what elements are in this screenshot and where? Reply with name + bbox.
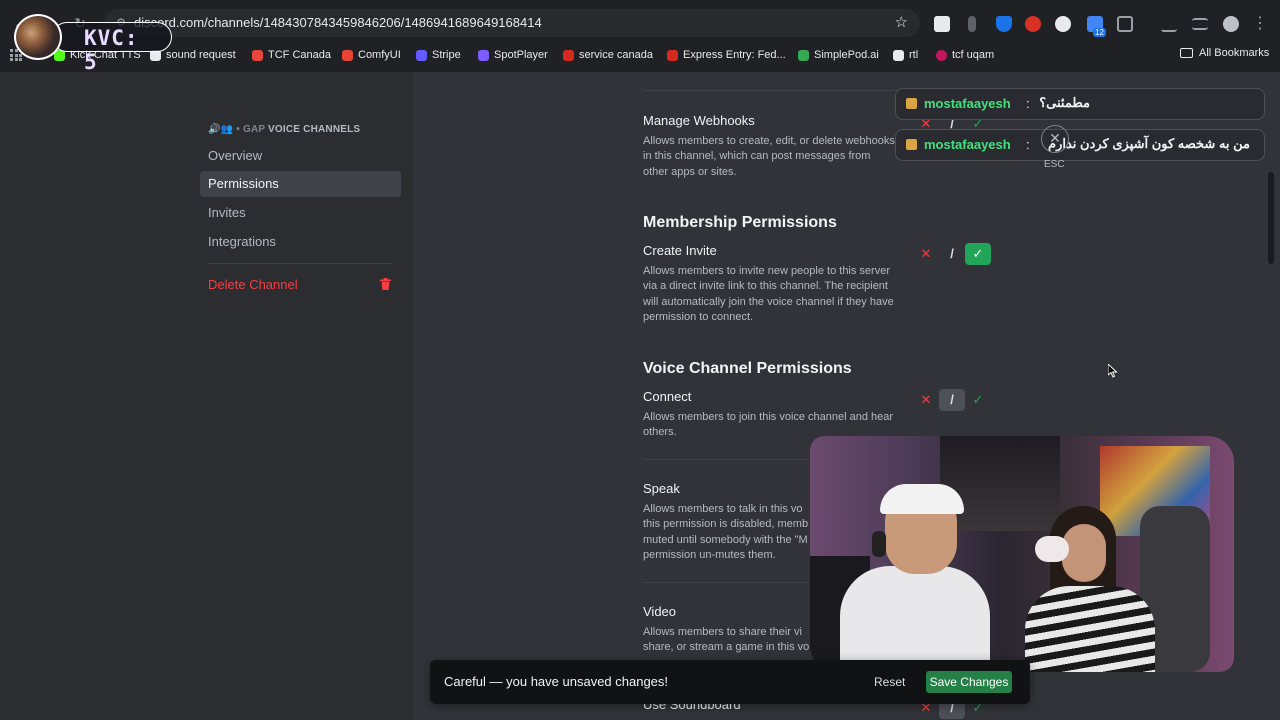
channel-category-header: 🔊👥 • GAP VOICE CHANNELS: [208, 124, 361, 135]
url-row: ← → ↻ ⚙ discord.com/channels/14843078434…: [0, 4, 1280, 42]
close-settings-icon[interactable]: ✕: [1041, 125, 1069, 153]
kvc-counter: KVC: 5: [84, 26, 139, 74]
deny-toggle[interactable]: ✕: [913, 389, 939, 411]
bookmark-item[interactable]: ComfyUI: [342, 47, 401, 63]
connect-toggle: ✕ / ✓: [913, 389, 993, 413]
media-control-icon[interactable]: [1192, 18, 1208, 30]
shield-extension-icon[interactable]: [996, 16, 1012, 32]
bookmark-star-icon[interactable]: ☆: [895, 13, 908, 31]
content-scrollbar[interactable]: [1268, 172, 1274, 264]
bookmark-item[interactable]: tcf uqam: [936, 47, 994, 63]
sidebar-divider: [208, 263, 392, 264]
address-bar[interactable]: ⚙ discord.com/channels/14843078434598462…: [104, 9, 920, 37]
deny-toggle[interactable]: ✕: [913, 243, 939, 265]
webcam-person-head: [1062, 524, 1106, 582]
webcam-headset: [872, 531, 886, 557]
bookmark-item[interactable]: SimplePod.ai: [798, 47, 879, 63]
permission-connect: Connect Allows members to join this voic…: [643, 389, 895, 441]
sidebar-item-invites[interactable]: Invites: [200, 200, 401, 226]
bookmark-item[interactable]: TCF Canada: [252, 47, 331, 63]
record-extension-icon[interactable]: [1025, 16, 1041, 32]
qr-extension-icon[interactable]: [934, 16, 950, 32]
all-bookmarks[interactable]: All Bookmarks: [1180, 47, 1269, 59]
bookmark-item[interactable]: Express Entry: Fed...: [667, 47, 786, 63]
settings-sidebar: 🔊👥 • GAP VOICE CHANNELS Overview Permiss…: [0, 72, 413, 720]
mic-icon[interactable]: [968, 16, 976, 32]
section-title-voice: Voice Channel Permissions: [643, 360, 852, 377]
screen: ← → ↻ ⚙ discord.com/channels/14843078434…: [0, 0, 1280, 720]
webcam-person-cap: [880, 484, 964, 514]
permission-speak: Speak Allows members to talk in this vo …: [643, 481, 818, 563]
kvc-overlay: KVC: 5: [14, 14, 172, 74]
browser-toolbar: ← → ↻ ⚙ discord.com/channels/14843078434…: [0, 0, 1280, 72]
bookmarks-bar: Kick Chat TTS sound request TCF Canada C…: [0, 44, 1280, 66]
download-icon[interactable]: [1161, 16, 1177, 32]
sidebar-item-permissions[interactable]: Permissions: [200, 171, 401, 197]
chat-message: mostafaayesh : من به شخصه کون آشپزی کردن…: [895, 129, 1265, 161]
permission-create-invite: Create Invite Allows members to invite n…: [643, 243, 895, 325]
permission-manage-webhooks: Manage Webhooks Allows members to create…: [643, 113, 895, 180]
permission-description: Allows members to talk in this vo this p…: [643, 503, 809, 561]
unsaved-message: Careful — you have unsaved changes!: [444, 674, 669, 689]
unsaved-changes-bar: Careful — you have unsaved changes! Rese…: [430, 660, 1030, 704]
allow-toggle[interactable]: ✓: [965, 243, 991, 265]
webcam-person: [1025, 586, 1155, 672]
permission-title: Create Invite: [643, 243, 717, 258]
permission-description: Allows members to create, edit, or delet…: [643, 135, 895, 178]
permission-video: Video Allows members to share their vi s…: [643, 604, 813, 656]
allow-toggle[interactable]: ✓: [965, 389, 991, 411]
permission-title: Speak: [643, 481, 680, 496]
webcam-plush: [1035, 536, 1069, 562]
delete-channel-button[interactable]: Delete Channel: [200, 272, 401, 298]
folder-icon: [1180, 48, 1193, 58]
chat-badge-icon: [906, 139, 917, 150]
kvc-avatar: [14, 14, 62, 60]
chat-separator: :: [1026, 96, 1030, 111]
webcam-person: [840, 566, 990, 672]
neutral-toggle[interactable]: /: [939, 389, 965, 411]
bookmark-item[interactable]: SpotPlayer: [478, 47, 548, 63]
neutral-toggle[interactable]: /: [939, 243, 965, 265]
sidebar-item-overview[interactable]: Overview: [200, 143, 401, 169]
chat-message: mostafaayesh : مطمئنی؟: [895, 88, 1265, 120]
permission-title: Connect: [643, 389, 692, 404]
chat-username: mostafaayesh: [924, 137, 1011, 152]
webcam-window: [940, 436, 1060, 531]
esc-label: ESC: [1044, 159, 1065, 170]
permission-title: Manage Webhooks: [643, 113, 755, 128]
profile-avatar-icon[interactable]: [1223, 16, 1239, 32]
section-title-membership: Membership Permissions: [643, 214, 837, 231]
chat-text: من به شخصه کون آشپزی کردن ندارم: [1048, 136, 1250, 151]
bookmark-item[interactable]: Stripe: [416, 47, 461, 63]
url-text[interactable]: discord.com/channels/1484307843459846206…: [134, 15, 542, 30]
chat-separator: :: [1026, 137, 1030, 152]
bookmark-item[interactable]: service canada: [563, 47, 653, 63]
permission-description: Allows members to invite new people to t…: [643, 265, 894, 323]
play-extension-icon[interactable]: [1055, 16, 1071, 32]
chat-username: mostafaayesh: [924, 96, 1011, 111]
trash-icon[interactable]: [380, 278, 391, 290]
extensions-puzzle-icon[interactable]: [1117, 16, 1133, 32]
sidebar-item-integrations[interactable]: Integrations: [200, 229, 401, 255]
chat-badge-icon: [906, 98, 917, 109]
reset-button[interactable]: Reset: [866, 671, 913, 693]
extension-badge: 12: [1093, 28, 1106, 37]
save-changes-button[interactable]: Save Changes: [926, 671, 1012, 693]
chat-text: مطمئنی؟: [1039, 95, 1090, 110]
permission-description: Allows members to share their vi share, …: [643, 626, 810, 654]
create-invite-toggle: ✕ / ✓: [913, 243, 993, 267]
webcam-overlay: [810, 436, 1234, 672]
bookmark-item[interactable]: rtl: [893, 47, 918, 63]
menu-dots-icon[interactable]: ⋮: [1252, 16, 1268, 32]
mouse-cursor-icon: [1108, 364, 1118, 378]
permission-title: Video: [643, 604, 677, 619]
